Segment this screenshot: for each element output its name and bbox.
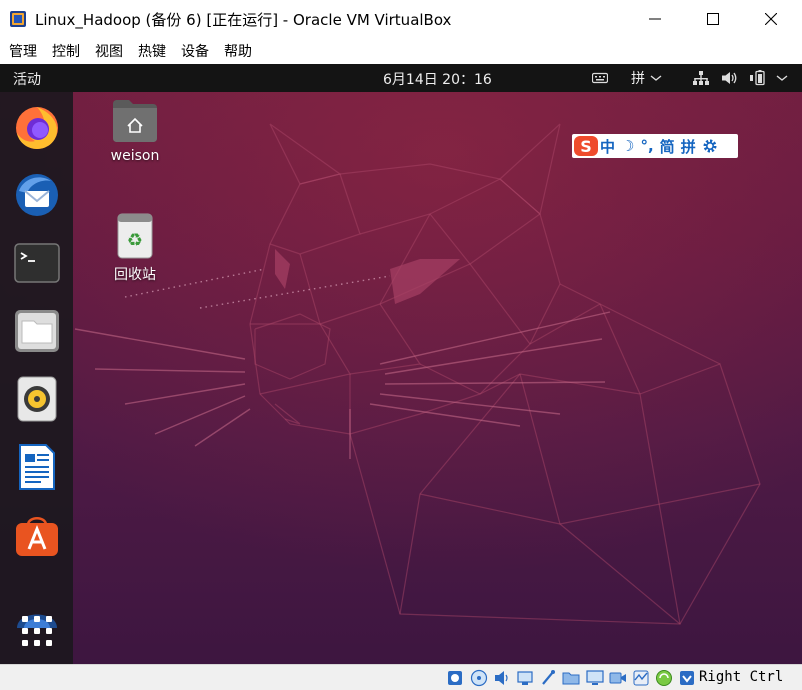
ime-width-toggle[interactable]: ☽ bbox=[621, 137, 634, 155]
usb-icon[interactable] bbox=[539, 669, 557, 687]
desktop-icon-label: weison bbox=[110, 148, 160, 164]
clock[interactable]: 6月14日 20：16 bbox=[383, 69, 492, 89]
menu-view[interactable]: 视图 bbox=[95, 41, 123, 61]
close-button[interactable] bbox=[743, 0, 799, 38]
menu-devices[interactable]: 设备 bbox=[181, 41, 209, 61]
display-icon[interactable] bbox=[586, 669, 604, 687]
files-icon bbox=[15, 310, 59, 352]
input-method-label: 拼 bbox=[631, 71, 645, 87]
ime-punctuation-toggle[interactable]: °, bbox=[640, 137, 653, 155]
libreoffice-writer-icon bbox=[19, 444, 55, 490]
mouse-integration-icon[interactable] bbox=[678, 669, 696, 687]
keyboard-icon[interactable] bbox=[592, 64, 608, 92]
ime-toolbar[interactable]: S 中 ☽ °, 简 拼 bbox=[572, 134, 738, 158]
gear-icon[interactable] bbox=[702, 138, 718, 154]
cpu-icon[interactable] bbox=[655, 669, 673, 687]
network-icon[interactable] bbox=[693, 64, 709, 92]
activities-button[interactable]: 活动 bbox=[13, 69, 41, 89]
audio-icon[interactable] bbox=[493, 669, 511, 687]
system-menu-button[interactable] bbox=[776, 64, 788, 92]
window-title: Linux_Hadoop (备份 6) [正在运行] - Oracle VM V… bbox=[35, 10, 452, 29]
menu-manage[interactable]: 管理 bbox=[9, 41, 37, 61]
dock bbox=[0, 92, 73, 664]
maximize-icon bbox=[707, 13, 719, 25]
dock-thunderbird[interactable] bbox=[12, 170, 62, 220]
dock-files[interactable] bbox=[12, 306, 62, 356]
virtualbox-icon bbox=[9, 10, 27, 28]
hard-disk-icon[interactable] bbox=[446, 669, 464, 687]
input-method-indicator[interactable]: 拼 bbox=[631, 64, 662, 92]
ime-language-toggle[interactable]: 中 bbox=[600, 136, 615, 157]
minimize-button[interactable] bbox=[627, 0, 683, 38]
dock-software-center[interactable] bbox=[12, 510, 62, 560]
desktop-icon-trash[interactable]: ♻ 回收站 bbox=[106, 212, 164, 284]
network-activity-icon[interactable] bbox=[632, 669, 650, 687]
dock-libreoffice-writer[interactable] bbox=[12, 442, 62, 492]
desktop-icon-label: 回收站 bbox=[114, 267, 156, 283]
chevron-down-icon bbox=[650, 75, 662, 81]
svg-text:S: S bbox=[580, 137, 592, 156]
trash-icon: ♻ bbox=[117, 213, 153, 259]
software-center-icon bbox=[16, 517, 58, 556]
svg-text:♻: ♻ bbox=[127, 230, 143, 251]
gnome-top-bar: 活动 6月14日 20：16 拼 bbox=[0, 64, 802, 92]
menu-hotkeys[interactable]: 热键 bbox=[138, 41, 166, 61]
terminal-icon bbox=[14, 243, 60, 283]
sogou-icon: S bbox=[572, 134, 600, 158]
volume-icon[interactable] bbox=[722, 64, 738, 92]
minimize-icon bbox=[649, 18, 661, 20]
rhythmbox-icon bbox=[17, 376, 57, 422]
firefox-icon bbox=[16, 107, 58, 149]
vm-statusbar: Right Ctrl bbox=[0, 664, 802, 690]
show-applications-button[interactable] bbox=[12, 606, 62, 656]
guest-screen[interactable]: 活动 6月14日 20：16 拼 weison ♻ 回收站 S 中 ☽ °, 简… bbox=[0, 64, 802, 664]
dock-firefox[interactable] bbox=[12, 102, 62, 152]
desktop-icon-home[interactable]: weison bbox=[106, 98, 164, 164]
home-folder-icon bbox=[113, 100, 157, 142]
window-titlebar[interactable]: Linux_Hadoop (备份 6) [正在运行] - Oracle VM V… bbox=[0, 0, 802, 38]
dock-rhythmbox[interactable] bbox=[12, 374, 62, 424]
vm-menubar: 管理 控制 视图 热键 设备 帮助 bbox=[0, 38, 802, 64]
ime-pinyin-toggle[interactable]: 拼 bbox=[681, 136, 696, 157]
menu-help[interactable]: 帮助 bbox=[224, 41, 252, 61]
dock-terminal[interactable] bbox=[12, 238, 62, 288]
optical-drive-icon[interactable] bbox=[470, 669, 488, 687]
menu-control[interactable]: 控制 bbox=[52, 41, 80, 61]
host-key-label: Right Ctrl bbox=[699, 669, 784, 685]
network-adapter-icon[interactable] bbox=[516, 669, 534, 687]
thunderbird-icon bbox=[16, 174, 58, 216]
ime-simplified-toggle[interactable]: 简 bbox=[660, 136, 675, 157]
recording-icon[interactable] bbox=[609, 669, 627, 687]
show-applications-icon bbox=[22, 616, 52, 646]
chevron-down-icon bbox=[776, 75, 788, 81]
battery-icon[interactable] bbox=[750, 64, 768, 92]
maximize-button[interactable] bbox=[685, 0, 741, 38]
close-icon bbox=[765, 13, 777, 25]
shared-folder-icon[interactable] bbox=[562, 669, 580, 687]
